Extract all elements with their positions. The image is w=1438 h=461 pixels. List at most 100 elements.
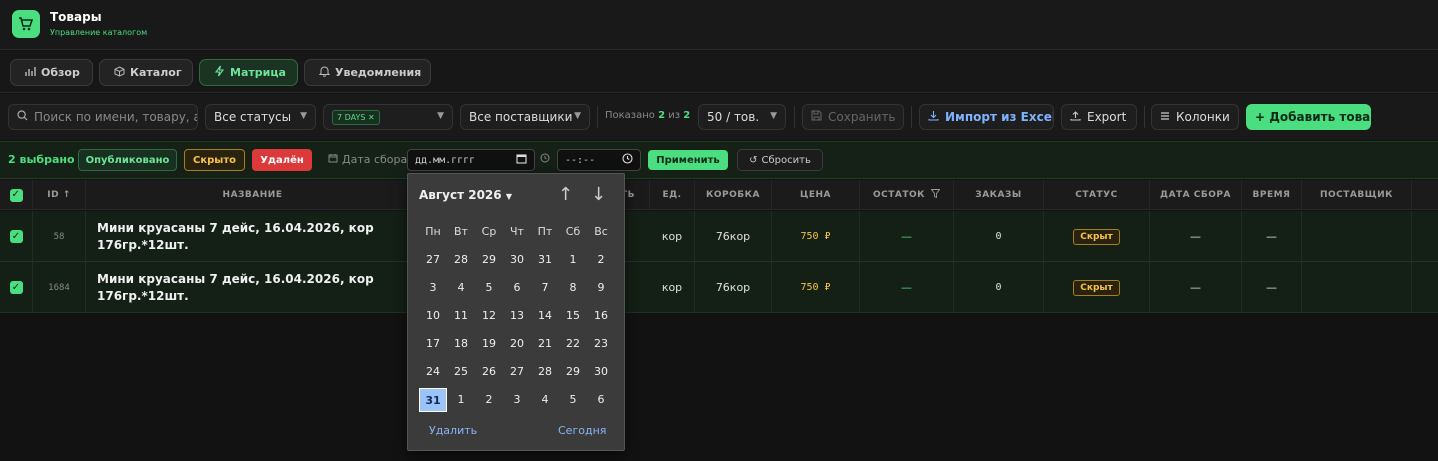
days-chip[interactable]: 7 DAYS ✕ [332,109,380,125]
calendar-day[interactable]: 29 [475,248,503,272]
calendar-day[interactable]: 22 [559,332,587,356]
cell-unit[interactable]: кор [650,262,695,313]
row-checkbox[interactable]: ✓ [0,262,33,313]
column-header-status[interactable]: СТАТУС [1044,180,1150,210]
column-header-unit[interactable]: ЕД. [650,180,695,210]
cell-box[interactable]: 76кор [695,211,772,262]
calendar-day[interactable]: 6 [587,388,615,412]
apply-button[interactable]: Применить [648,150,728,170]
cell-status[interactable]: Скрыт [1044,211,1150,262]
calendar-day[interactable]: 20 [503,332,531,356]
cell-supplier[interactable] [1302,211,1412,262]
calendar-day[interactable]: 1 [447,388,475,412]
status-badge[interactable]: Скрыт [1073,228,1120,245]
date-input[interactable]: дд.мм.гггг [407,149,535,171]
calendar-day[interactable]: 4 [531,388,559,412]
calendar-day[interactable]: 25 [447,360,475,384]
calendar-day[interactable]: 19 [475,332,503,356]
calendar-day[interactable]: 29 [559,360,587,384]
cell-box[interactable]: 76кор [695,262,772,313]
tab-catalog[interactable]: Каталог [99,59,193,86]
calendar-day[interactable]: 2 [587,248,615,272]
close-icon[interactable]: ✕ [368,113,375,122]
tab-notifications[interactable]: Уведомления [304,59,431,86]
cell-time[interactable]: — [1242,262,1302,313]
column-header-date[interactable]: ДАТА СБОРА [1150,180,1242,210]
save-button[interactable]: Сохранить [802,104,904,130]
check-icon[interactable]: ✓ [9,188,23,202]
calendar-day[interactable]: 16 [587,304,615,328]
cell-price[interactable]: 750 ₽ [772,262,860,313]
calendar-day[interactable]: 15 [559,304,587,328]
per-page-select[interactable]: 50 / тов. ▼ [698,104,786,130]
check-icon[interactable]: ✓ [9,281,23,294]
status-filter[interactable]: Все статусы ▼ [205,104,316,130]
cell-date[interactable]: — [1150,262,1242,313]
filter-icon[interactable] [930,189,941,201]
column-header-time[interactable]: ВРЕМЯ [1242,180,1302,210]
cell-unit[interactable]: кор [650,211,695,262]
column-header-price[interactable]: ЦЕНА [772,180,860,210]
tab-matrix[interactable]: Матрица [199,59,298,86]
reset-button[interactable]: ↺ Сбросить [737,149,823,171]
cell-stock[interactable]: — [860,211,954,262]
calendar-day[interactable]: 7 [531,276,559,300]
calendar-day[interactable]: 24 [419,360,447,384]
calendar-day[interactable]: 30 [503,248,531,272]
today-button[interactable]: Сегодня [558,424,606,437]
column-header-id[interactable]: ID ↑ [33,180,86,210]
cell-status[interactable]: Скрыт [1044,262,1150,313]
cell-price[interactable]: 750 ₽ [772,211,860,262]
time-input[interactable]: --:-- [557,149,641,171]
column-header-orders[interactable]: ЗАКАЗЫ [954,180,1044,210]
calendar-day[interactable]: 28 [531,360,559,384]
delete-button[interactable]: Удалён [252,149,312,171]
calendar-icon[interactable] [516,153,527,167]
supplier-filter[interactable]: Все поставщики ▼ [460,104,590,130]
calendar-day[interactable]: 18 [447,332,475,356]
add-product-button[interactable]: + Добавить товар [1246,104,1371,130]
calendar-day[interactable]: 14 [531,304,559,328]
calendar-day[interactable]: 17 [419,332,447,356]
calendar-day[interactable]: 27 [503,360,531,384]
hide-button[interactable]: Скрыто [184,149,245,171]
calendar-day[interactable]: 12 [475,304,503,328]
calendar-day[interactable]: 3 [419,276,447,300]
calendar-day[interactable]: 1 [559,248,587,272]
calendar-day[interactable]: 2 [475,388,503,412]
calendar-day[interactable]: 5 [475,276,503,300]
column-header-supplier[interactable]: ПОСТАВЩИК [1302,180,1412,210]
cell-time[interactable]: — [1242,211,1302,262]
month-selector[interactable]: Август 2026 ▼ [419,188,512,202]
calendar-day[interactable]: 31 [419,388,447,412]
export-button[interactable]: Export [1061,104,1137,130]
calendar-day[interactable]: 5 [559,388,587,412]
clear-date-button[interactable]: Удалить [429,424,477,437]
calendar-day[interactable]: 9 [587,276,615,300]
tab-overview[interactable]: Обзор [10,59,93,86]
cell-name[interactable]: Мини круасаны 7 дейс, 16.04.2026, кор 17… [86,211,420,262]
calendar-day[interactable]: 28 [447,248,475,272]
clock-icon[interactable] [622,153,633,167]
column-header-box[interactable]: КОРОБКА [695,180,772,210]
select-all-checkbox[interactable]: ✓ [0,180,33,210]
import-excel-button[interactable]: Импорт из Excel [919,104,1054,130]
arrow-up-icon[interactable]: ↑ [558,184,573,205]
days-filter[interactable]: 7 DAYS ✕ ▼ [323,104,453,130]
calendar-day[interactable]: 21 [531,332,559,356]
check-icon[interactable]: ✓ [9,230,23,243]
arrow-down-icon[interactable]: ↓ [591,184,606,205]
calendar-day[interactable]: 4 [447,276,475,300]
publish-button[interactable]: Опубликовано [78,149,177,171]
column-header-name[interactable]: НАЗВАНИЕ [86,180,420,210]
calendar-day[interactable]: 10 [419,304,447,328]
calendar-day[interactable]: 11 [447,304,475,328]
calendar-day[interactable]: 31 [531,248,559,272]
status-badge[interactable]: Скрыт [1073,279,1120,296]
calendar-day[interactable]: 30 [587,360,615,384]
table-row[interactable]: ✓ 1684 Мини круасаны 7 дейс, 16.04.2026,… [0,262,1438,313]
table-row[interactable]: ✓ 58 Мини круасаны 7 дейс, 16.04.2026, к… [0,211,1438,262]
calendar-day[interactable]: 23 [587,332,615,356]
row-checkbox[interactable]: ✓ [0,211,33,262]
calendar-day[interactable]: 8 [559,276,587,300]
